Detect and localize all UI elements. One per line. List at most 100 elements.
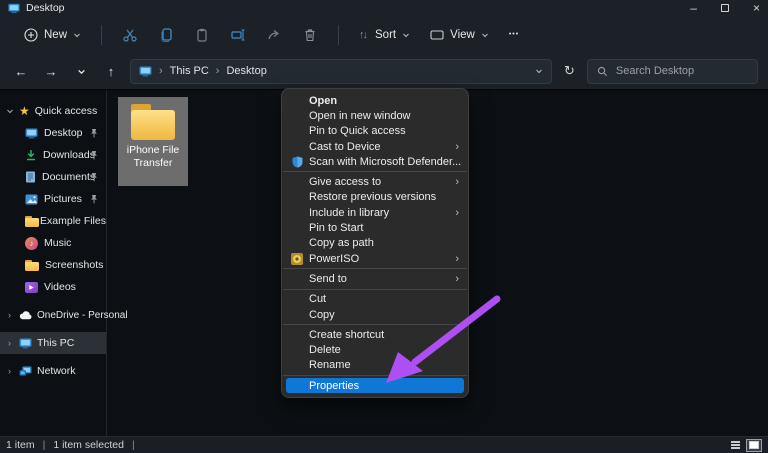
cut-button[interactable] (114, 22, 146, 48)
sidebar-item-label: Desktop (44, 127, 83, 139)
copy-button[interactable] (150, 22, 182, 48)
sidebar-item-label: Screenshots (45, 259, 103, 271)
toolbar-divider (338, 25, 339, 45)
menu-item-scan-with-defender[interactable]: Scan with Microsoft Defender... (282, 154, 468, 169)
sidebar-item-label: Music (44, 237, 71, 249)
sidebar-item-example-files[interactable]: Example Files (0, 210, 106, 232)
menu-item-label: Send to (309, 273, 347, 285)
onedrive-cloud-icon (19, 310, 32, 321)
menu-item-pin-to-start[interactable]: Pin to Start (282, 220, 468, 235)
forward-button[interactable]: → (40, 64, 62, 79)
large-icons-view-icon (749, 441, 759, 449)
menu-item-copy[interactable]: Copy (282, 307, 468, 322)
menu-item-cut[interactable]: Cut (282, 292, 468, 307)
sidebar-item-quick-access[interactable]: ★ Quick access (0, 100, 106, 122)
chevron-down-icon (73, 31, 81, 39)
rename-button[interactable] (222, 22, 254, 48)
menu-item-pin-to-quick-access[interactable]: Pin to Quick access (282, 124, 468, 139)
sidebar-item-label: Network (37, 365, 76, 377)
search-icon (597, 66, 608, 77)
submenu-chevron-icon: › (455, 176, 459, 188)
menu-item-open-in-new-window[interactable]: Open in new window (282, 108, 468, 123)
chevron-collapsed-icon[interactable]: › (5, 366, 14, 376)
desktop-monitor-icon (8, 3, 20, 14)
menu-item-copy-as-path[interactable]: Copy as path (282, 236, 468, 251)
context-menu: Open Open in new window Pin to Quick acc… (281, 88, 469, 398)
menu-item-create-shortcut[interactable]: Create shortcut (282, 327, 468, 342)
close-button[interactable]: × (753, 2, 760, 14)
sidebar-item-screenshots[interactable]: Screenshots (0, 254, 106, 276)
view-toggles (727, 439, 762, 452)
menu-icon-slot (290, 344, 304, 356)
share-button[interactable] (258, 22, 290, 48)
menu-separator (283, 268, 467, 269)
file-iphone-file-transfer[interactable]: iPhone File Transfer (118, 97, 188, 186)
address-dropdown-chevron-icon[interactable] (535, 67, 543, 75)
new-button[interactable]: New (16, 24, 89, 46)
sidebar-item-pictures[interactable]: Pictures (0, 188, 106, 210)
menu-item-label: Cut (309, 293, 326, 305)
menu-item-cast-to-device[interactable]: Cast to Device› (282, 139, 468, 154)
menu-separator (283, 324, 467, 325)
more-options-button[interactable]: ••• (501, 27, 527, 42)
minimize-button[interactable]: – (690, 2, 697, 14)
maximize-button[interactable] (721, 2, 729, 14)
recent-locations-button[interactable] (70, 64, 92, 79)
delete-button[interactable] (294, 22, 326, 48)
sidebar-item-label: This PC (37, 337, 74, 349)
menu-item-open[interactable]: Open (282, 93, 468, 108)
paste-button[interactable] (186, 22, 218, 48)
up-button[interactable]: ↑ (100, 64, 122, 79)
chevron-collapsed-icon[interactable]: › (5, 310, 14, 320)
sort-button[interactable]: ↑↓ Sort (351, 25, 418, 45)
plus-circle-icon (24, 28, 38, 42)
menu-item-label: Restore previous versions (309, 191, 436, 203)
details-view-button[interactable] (727, 439, 743, 452)
sidebar-item-documents[interactable]: Documents (0, 166, 106, 188)
back-button[interactable]: ← (10, 64, 32, 79)
menu-item-label: Pin to Start (309, 222, 363, 234)
menu-item-restore-previous-versions[interactable]: Restore previous versions (282, 190, 468, 205)
menu-item-poweriso[interactable]: PowerISO › (282, 251, 468, 266)
breadcrumb-this-pc[interactable]: This PC (170, 65, 209, 77)
menu-item-rename[interactable]: Rename (282, 358, 468, 373)
view-button[interactable]: View (422, 25, 497, 45)
chevron-expanded-icon[interactable] (5, 107, 14, 115)
chevron-collapsed-icon[interactable]: › (5, 338, 14, 348)
breadcrumb[interactable]: › This PC › Desktop (130, 59, 552, 84)
menu-icon-slot (290, 237, 304, 249)
sidebar-item-onedrive[interactable]: › OneDrive - Personal (0, 304, 106, 326)
menu-item-include-in-library[interactable]: Include in library› (282, 205, 468, 220)
search-box[interactable] (587, 59, 758, 84)
menu-icon-slot (290, 125, 304, 137)
breadcrumb-chevron-icon: › (159, 65, 163, 77)
sidebar-item-downloads[interactable]: Downloads (0, 144, 106, 166)
toolbar-divider (101, 25, 102, 45)
desktop-icon (25, 128, 38, 139)
window-controls: – × (690, 2, 760, 14)
folder-icon (25, 260, 39, 271)
sidebar-item-desktop[interactable]: Desktop (0, 122, 106, 144)
menu-icon-slot (290, 176, 304, 188)
downloads-icon (25, 149, 37, 161)
menu-item-give-access-to[interactable]: Give access to› (282, 174, 468, 189)
menu-item-label: PowerISO (309, 253, 359, 265)
pin-icon (90, 128, 98, 141)
search-input[interactable] (616, 65, 748, 77)
sidebar-item-videos[interactable]: ▶ Videos (0, 276, 106, 298)
menu-item-delete[interactable]: Delete (282, 342, 468, 357)
poweriso-icon (290, 253, 304, 265)
large-icons-view-button[interactable] (746, 439, 762, 452)
file-name-label: iPhone File Transfer (121, 144, 185, 170)
menu-item-properties[interactable]: Properties (286, 378, 464, 393)
sidebar-item-this-pc[interactable]: › This PC (0, 332, 106, 354)
chevron-down-icon (402, 31, 410, 39)
sidebar-item-music[interactable]: ♪ Music (0, 232, 106, 254)
command-toolbar: New (0, 16, 768, 53)
breadcrumb-desktop[interactable]: Desktop (226, 65, 266, 77)
refresh-button[interactable]: ↻ (564, 63, 575, 79)
menu-item-send-to[interactable]: Send to› (282, 271, 468, 286)
menu-separator (283, 375, 467, 376)
sidebar-item-network[interactable]: › Network (0, 360, 106, 382)
this-pc-icon (139, 66, 152, 77)
